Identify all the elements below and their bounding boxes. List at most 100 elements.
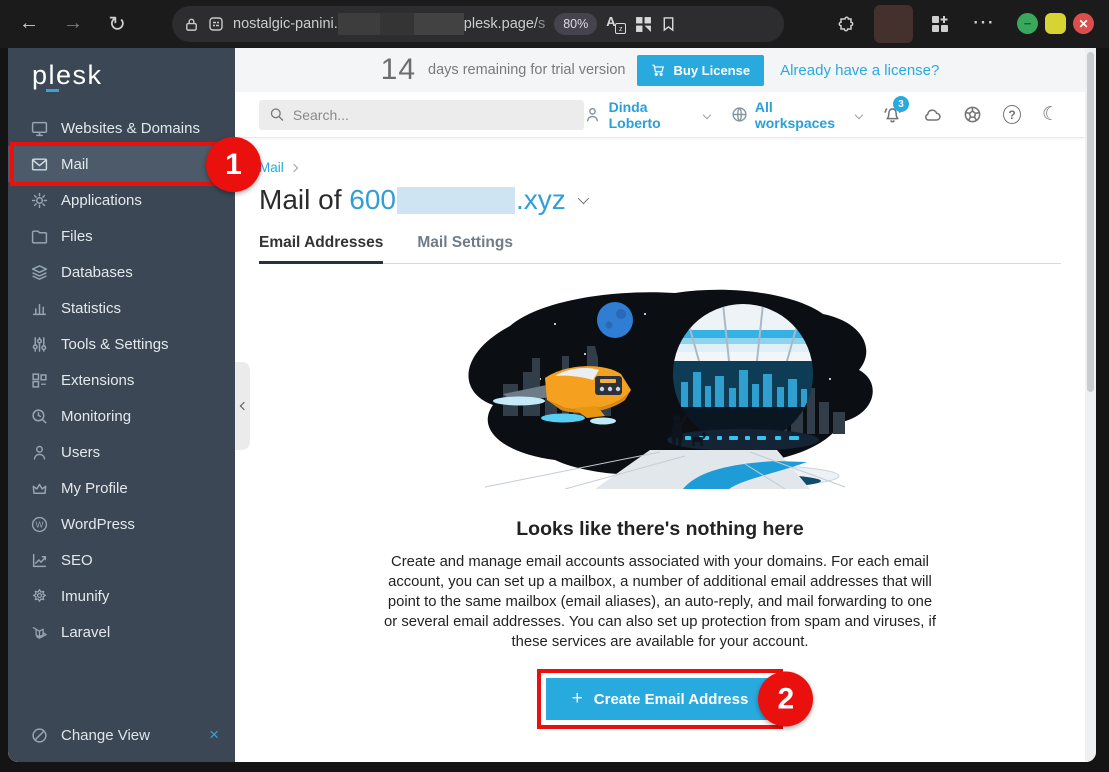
chevron-down-icon — [702, 110, 710, 118]
sidebar-item-imunify[interactable]: Imunify — [8, 578, 235, 614]
window-maximize-button[interactable] — [1045, 13, 1066, 34]
monitoring-icon — [31, 408, 48, 425]
translate-icon[interactable]: Az — [606, 14, 626, 34]
sidebar-item-label: SEO — [61, 552, 93, 569]
sidebar-item-websites-domains[interactable]: Websites & Domains — [8, 110, 235, 146]
create-email-address-button[interactable]: + Create Email Address — [546, 678, 775, 720]
breadcrumb[interactable]: Mail — [259, 160, 1061, 175]
user-menu[interactable]: Dinda Loberto — [584, 99, 709, 131]
empty-state-heading: Looks like there's nothing here — [259, 518, 1061, 541]
compass-icon — [31, 727, 48, 744]
browser-menu-icon[interactable]: ⋯ — [972, 9, 995, 35]
sliders-icon — [31, 336, 48, 353]
breadcrumb-mail-link[interactable]: Mail — [259, 160, 284, 175]
chevron-right-icon — [290, 163, 298, 171]
sidebar-item-wordpress[interactable]: W WordPress — [8, 506, 235, 542]
change-view-label: Change View — [61, 727, 150, 744]
sidebar-item-users[interactable]: Users — [8, 434, 235, 470]
sidebar-item-label: Users — [61, 444, 100, 461]
window-close-button[interactable]: ✕ — [1073, 13, 1094, 34]
sidebar: plesk Websites & Domains Mail Applicatio… — [8, 48, 235, 762]
sidebar-item-monitoring[interactable]: Monitoring — [8, 398, 235, 434]
plesk-logo[interactable]: plesk — [32, 60, 103, 91]
search-input[interactable] — [293, 107, 573, 123]
blocks-icon — [31, 372, 48, 389]
empty-state-illustration — [445, 284, 875, 489]
sidebar-item-laravel[interactable]: Laravel — [8, 614, 235, 650]
annotation-step-2: 2 — [758, 672, 813, 727]
cart-icon — [651, 63, 665, 77]
annotation-step-1: 1 — [206, 137, 261, 192]
browser-back-icon[interactable]: ← — [16, 12, 42, 35]
sidebar-item-mail[interactable]: Mail — [8, 146, 235, 182]
site-settings-icon[interactable] — [208, 16, 224, 32]
reading-mode-icon[interactable] — [635, 16, 652, 33]
sidebar-item-my-profile[interactable]: My Profile — [8, 470, 235, 506]
close-icon[interactable]: × — [209, 725, 219, 745]
user-icon — [31, 444, 48, 461]
address-bar[interactable]: nostalgic-panini.plesk.page/s 80% Az — [172, 6, 784, 42]
chevron-down-icon — [855, 110, 863, 118]
sidebar-item-extensions[interactable]: Extensions — [8, 362, 235, 398]
crown-icon — [31, 480, 48, 497]
url-text: nostalgic-panini.plesk.page/s — [233, 13, 545, 35]
sidebar-item-tools-settings[interactable]: Tools & Settings — [8, 326, 235, 362]
extensions-puzzle-icon[interactable] — [836, 0, 856, 48]
sidebar-item-label: Extensions — [61, 372, 134, 389]
tab-email-addresses[interactable]: Email Addresses — [259, 234, 383, 264]
sidebar-item-label: Tools & Settings — [61, 336, 169, 353]
trial-days-text: days remaining for trial version — [428, 62, 625, 78]
sidebar-item-label: Mail — [61, 156, 89, 173]
url-redaction-block — [380, 13, 414, 35]
globe-sphere-icon[interactable] — [963, 105, 982, 124]
globe-icon — [730, 105, 748, 124]
bar-chart-icon — [31, 300, 48, 317]
sidebar-item-label: Websites & Domains — [61, 120, 200, 137]
database-icon — [31, 264, 48, 281]
change-view-button[interactable]: Change View × — [8, 718, 235, 752]
trial-days-number: 14 — [381, 53, 416, 87]
title-prefix: Mail of — [259, 184, 341, 216]
sidebar-item-applications[interactable]: Applications — [8, 182, 235, 218]
sidebar-item-statistics[interactable]: Statistics — [8, 290, 235, 326]
domain-redaction-block — [397, 187, 515, 214]
apps-grid-icon[interactable] — [930, 0, 950, 48]
scrollbar-thumb[interactable] — [1087, 52, 1094, 392]
sidebar-item-label: Imunify — [61, 588, 109, 605]
notification-badge: 3 — [893, 96, 909, 112]
zoom-level-badge[interactable]: 80% — [554, 13, 597, 35]
browser-profile-avatar[interactable] — [874, 5, 913, 43]
bookmark-icon[interactable] — [661, 16, 676, 32]
page-content: Mail Mail of 600.xyz Email Addresses Mai… — [235, 138, 1085, 762]
sidebar-item-seo[interactable]: SEO — [8, 542, 235, 578]
sidebar-item-files[interactable]: Files — [8, 218, 235, 254]
browser-forward-icon[interactable]: → — [60, 12, 86, 35]
main-area: 14 days remaining for trial version Buy … — [235, 48, 1085, 762]
domain-tld: .xyz — [516, 184, 566, 216]
workspace-selector[interactable]: All workspaces — [730, 99, 862, 131]
chevron-down-icon[interactable] — [578, 193, 589, 204]
search-box[interactable] — [259, 100, 584, 130]
seo-chart-icon — [31, 552, 48, 569]
help-icon[interactable]: ? — [1003, 105, 1021, 124]
mail-icon — [31, 156, 48, 173]
user-name: Dinda Loberto — [609, 99, 697, 131]
svg-text:W: W — [35, 519, 43, 529]
sidebar-collapse-handle[interactable] — [235, 362, 250, 450]
dark-mode-moon-icon[interactable]: ☾ — [1042, 103, 1059, 126]
tab-mail-settings[interactable]: Mail Settings — [417, 234, 513, 263]
imunify-icon — [31, 588, 48, 605]
url-redaction-block — [414, 13, 464, 35]
sidebar-nav: Websites & Domains Mail Applications Fil… — [8, 110, 235, 650]
page-scrollbar[interactable] — [1085, 48, 1096, 762]
trial-banner: 14 days remaining for trial version Buy … — [235, 48, 1085, 92]
sidebar-item-label: Files — [61, 228, 93, 245]
window-minimize-button[interactable]: − — [1017, 13, 1038, 34]
cloud-icon[interactable] — [923, 105, 942, 124]
browser-reload-icon[interactable]: ↻ — [104, 12, 130, 37]
sidebar-item-label: Monitoring — [61, 408, 131, 425]
sidebar-item-databases[interactable]: Databases — [8, 254, 235, 290]
already-have-license-link[interactable]: Already have a license? — [780, 62, 939, 79]
notifications-bell-icon[interactable]: 3 — [883, 105, 902, 124]
buy-license-button[interactable]: Buy License — [637, 55, 764, 86]
